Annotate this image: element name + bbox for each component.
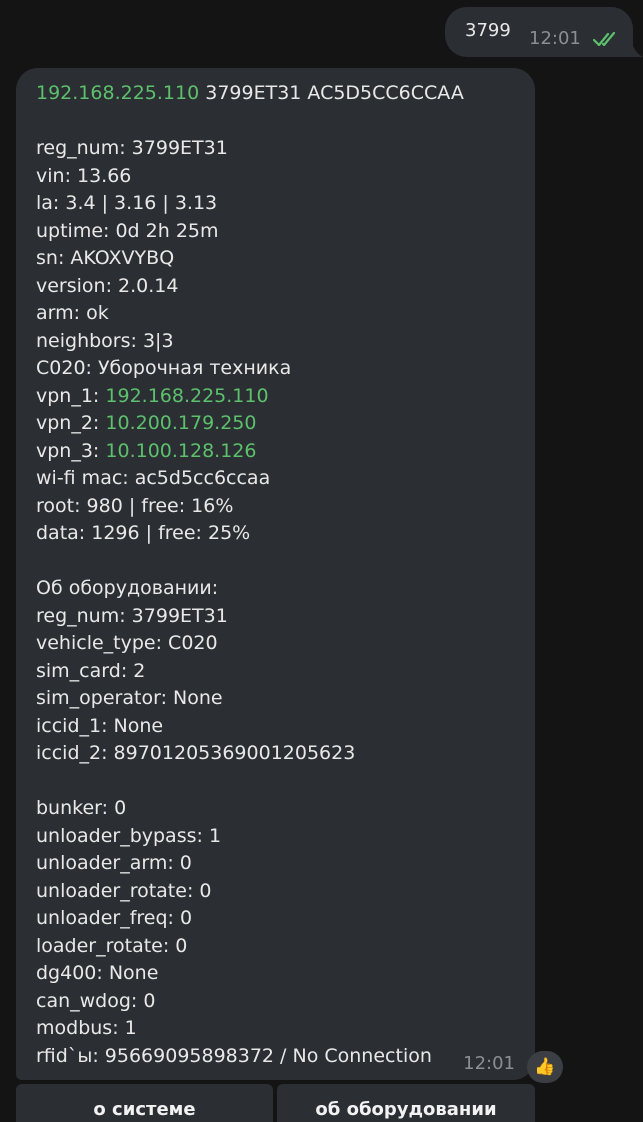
info-line: wi-fi mac: ac5d5cc6ccaa xyxy=(36,467,271,489)
vpn-label: vpn_2: xyxy=(36,412,106,434)
header-text: 3799ET31 AC5D5CC6CCAA xyxy=(199,82,464,104)
about-equipment-button[interactable]: об оборудовании xyxy=(277,1084,535,1122)
sensor-line: unloader_arm: 0 xyxy=(36,852,192,874)
vpn-line: vpn_3: 10.100.128.126 xyxy=(36,438,515,466)
incoming-message[interactable]: 192.168.225.110 3799ET31 AC5D5CC6CCAA re… xyxy=(16,68,535,1080)
vpn-label: vpn_1: xyxy=(36,384,106,407)
equipment-line: sim_operator: None xyxy=(36,687,223,709)
info-line: vin: 13.66 xyxy=(36,164,132,187)
equipment-line: reg_num: 3799ET31 xyxy=(36,604,228,627)
info-line: root: 980 | free: 16% xyxy=(36,494,234,517)
info-line: sn: AKOXVYBQ xyxy=(36,247,175,269)
sensor-line: loader_rotate: 0 xyxy=(36,934,188,957)
vpn-line: vpn_1: 192.168.225.110 xyxy=(36,383,515,411)
sensor-line: can_wdog: 0 xyxy=(36,989,156,1012)
outgoing-message[interactable]: 3799 12:01 xyxy=(445,7,633,57)
outgoing-bubble-tail xyxy=(627,38,643,57)
equipment-line: iccid_2: 89701205369001205623 xyxy=(36,742,356,764)
info-line: neighbors: 3|3 xyxy=(36,329,174,352)
vpn-ip-link[interactable]: 10.200.179.250 xyxy=(105,412,256,434)
sensor-line: rfid`ы: 95669095898372 / No Connection xyxy=(36,1044,432,1067)
sensor-line: unloader_bypass: 1 xyxy=(36,824,222,847)
info-line: arm: ok xyxy=(36,302,109,324)
sensor-line: unloader_rotate: 0 xyxy=(36,879,212,902)
sensor-line: bunker: 0 xyxy=(36,797,127,819)
equipment-line: sim_card: 2 xyxy=(36,659,146,682)
sensor-line: modbus: 1 xyxy=(36,1017,137,1039)
incoming-message-time: 12:01 xyxy=(463,1053,515,1074)
reaction-emoji: 👍 xyxy=(534,1057,556,1077)
thumbs-up-icon[interactable]: 👍 xyxy=(527,1051,563,1083)
about-system-button[interactable]: о системе xyxy=(16,1084,273,1122)
header-ip-link[interactable]: 192.168.225.110 xyxy=(36,82,199,104)
chat-screen: 3799 12:01 192.168.225.110 3799ET31 AC5D… xyxy=(0,0,643,1122)
vpn-label: vpn_3: xyxy=(36,439,106,462)
info-line: version: 2.0.14 xyxy=(36,274,179,297)
info-line: uptime: 0d 2h 25m xyxy=(36,219,219,242)
info-line: la: 3.4 | 3.16 | 3.13 xyxy=(36,192,218,214)
equipment-line: vehicle_type: C020 xyxy=(36,632,218,654)
info-line: data: 1296 | free: 25% xyxy=(36,522,251,544)
sensor-line: dg400: None xyxy=(36,962,159,984)
double-check-icon xyxy=(593,31,616,47)
outgoing-message-text: 3799 xyxy=(465,20,511,41)
sensor-line: unloader_freq: 0 xyxy=(36,907,193,929)
vpn-line: vpn_2: 10.200.179.250 xyxy=(36,410,515,438)
equipment-line: iccid_1: None xyxy=(36,714,164,737)
info-line: reg_num: 3799ET31 xyxy=(36,137,228,159)
outgoing-message-time: 12:01 xyxy=(529,28,581,49)
message-header: 192.168.225.110 3799ET31 AC5D5CC6CCAA xyxy=(36,80,515,108)
vpn-ip-link[interactable]: 192.168.225.110 xyxy=(105,385,268,407)
info-line: C020: Уборочная техника xyxy=(36,357,292,379)
vpn-ip-link[interactable]: 10.100.128.126 xyxy=(105,440,256,462)
equipment-heading: Об оборудовании: xyxy=(36,577,219,599)
